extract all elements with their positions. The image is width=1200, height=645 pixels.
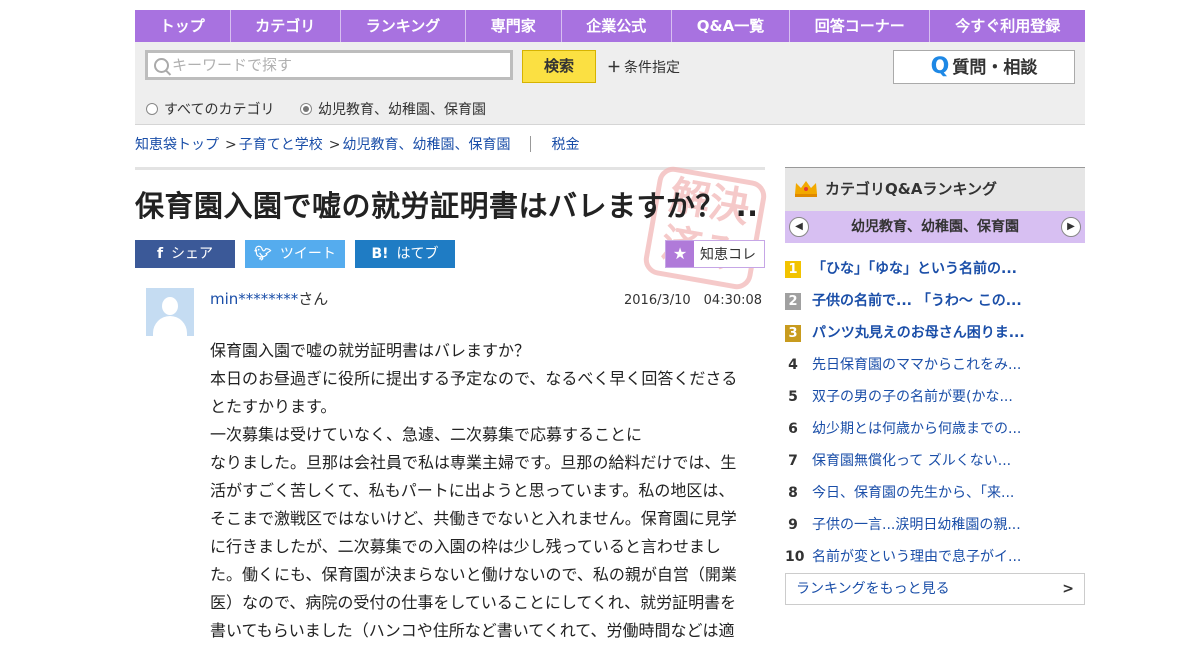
nav-category[interactable]: カテゴリ [231,10,341,42]
more-ranking-link[interactable]: ランキングをもっと見る > [785,573,1085,605]
rank-question-link[interactable]: パンツ丸見えのお母さん困りま... [812,317,1025,349]
share-label: ツイート [279,246,336,262]
rank-question-link[interactable]: 子供の名前で... 「うわ～ この... [812,285,1022,317]
ranking-item[interactable]: 8 今日、保育園の先生から、「来... [785,477,1085,509]
avatar[interactable] [146,288,194,336]
search-button[interactable]: 検索 [522,50,596,83]
share-facebook-button[interactable]: f シェア [135,240,235,268]
ranking-item[interactable]: 2 子供の名前で... 「うわ～ この... [785,285,1085,317]
rank-number: 2 [785,293,801,310]
ranking-item[interactable]: 1 「ひな」「ゆな」という名前の... [785,253,1085,285]
crown-icon [795,181,817,197]
conditions-label: 条件指定 [624,60,680,76]
nav-top[interactable]: トップ [135,10,231,42]
prev-arrow-icon[interactable]: ◀ [789,217,809,237]
rank-number: 1 [785,261,801,278]
nav-answer-corner[interactable]: 回答コーナー [790,10,931,42]
share-hatena-button[interactable]: B! はてブ [355,240,455,268]
radio-this-category[interactable]: 幼児教育、幼稚園、保育園 [300,99,486,119]
breadcrumb: 知恵袋トップ > 子育てと学校 > 幼児教育、幼稚園、保育園 税金 [135,134,579,154]
twitter-bird-icon: 🐦︎ [254,246,272,262]
question-title: 保育園入園で嘘の就労証明書はバレますか？ ... [135,189,755,223]
global-nav: トップ カテゴリ ランキング 専門家 企業公式 Q&A一覧 回答コーナー 今すぐ… [135,10,1085,42]
ranking-item[interactable]: 7 保育園無償化って ズルくない... [785,445,1085,477]
rank-question-link[interactable]: 双子の男の子の名前が要(かな... [812,381,1013,413]
ranking-header: カテゴリQ&Aランキング [785,167,1085,211]
next-arrow-icon[interactable]: ▶ [1061,217,1081,237]
question-q-icon: Q [930,54,950,79]
breadcrumb-level1[interactable]: 子育てと学校 [239,137,323,153]
breadcrumb-sep: > [225,137,237,153]
breadcrumb-home[interactable]: 知恵袋トップ [135,137,219,153]
breadcrumb-tag[interactable]: 税金 [551,137,579,153]
question-body: 保育園入園で嘘の就労証明書はバレますか？ 本日のお昼過ぎに役所に提出する予定なの… [210,337,750,645]
chiekore-label: 知恵コレ [700,247,756,263]
rank-number: 5 [788,389,798,405]
breadcrumb-level2[interactable]: 幼児教育、幼稚園、保育園 [342,137,510,153]
radio-label: 幼児教育、幼稚園、保育園 [318,102,486,118]
rank-number: 10 [785,549,805,565]
rank-question-link[interactable]: 「ひな」「ゆな」という名前の... [812,253,1017,285]
rank-question-link[interactable]: 幼少期とは何歳から何歳までの... [812,413,1021,445]
share-twitter-button[interactable]: 🐦︎ ツイート [245,240,345,268]
ranking-item[interactable]: 9 子供の一言...涙明日幼稚園の親... [785,509,1085,541]
ask-question-button[interactable]: Q 質問・相談 [893,50,1075,84]
rank-number: 8 [788,485,798,501]
ranking-item[interactable]: 4 先日保育園のママからこれをみ... [785,349,1085,381]
avatar-body [153,316,187,336]
breadcrumb-sep: > [328,137,341,153]
ranking-category-nav: ◀ 幼児教育、幼稚園、保育園 ▶ [785,211,1085,243]
question-paragraph: なりました。旦那は会社員で私は専業主婦です。旦那の給料だけでは、生活がすごく苦し… [210,453,737,640]
rank-question-link[interactable]: 子供の一言...涙明日幼稚園の親... [812,509,1021,541]
nav-ranking[interactable]: ランキング [341,10,467,42]
question-paragraph: 保育園入園で嘘の就労証明書はバレますか？ [210,341,531,360]
question-author: min********さん [210,288,328,309]
plus-icon: ＋ [607,60,621,76]
share-label: はてブ [396,246,439,262]
share-label: シェア [171,246,214,262]
radio-label: すべてのカテゴリ [164,102,275,118]
rank-number: 4 [788,357,798,373]
question-date: 2016/3/10 04:30:08 [624,293,763,308]
radio-dot [146,103,158,115]
nav-qa-list[interactable]: Q&A一覧 [672,10,790,42]
radio-all-categories[interactable]: すべてのカテゴリ [146,99,274,119]
chiekore-button[interactable]: ★ 知恵コレ [665,240,765,268]
question-paragraph: 一次募集は受けていなく、急遽、二次募集で応募することに [210,425,643,444]
avatar-head [162,297,178,315]
nav-experts[interactable]: 専門家 [466,10,562,42]
rank-question-link[interactable]: 今日、保育園の先生から、「来... [812,477,1014,509]
rank-question-link[interactable]: 保育園無償化って ズルくない... [812,445,1011,477]
rank-number: 3 [785,325,801,342]
rank-question-link[interactable]: 先日保育園のママからこれをみ... [812,349,1021,381]
rank-number: 7 [788,453,798,469]
hatena-bookmark-icon: B! [371,246,389,262]
rank-question-link[interactable]: 名前が変という理由で息子がイ... [812,541,1021,573]
question-paragraph: 本日のお昼過ぎに役所に提出する予定なので、なるべく早く回答くださるとたすかります… [210,369,738,416]
ranking-item[interactable]: 5 双子の男の子の名前が要(かな... [785,381,1085,413]
radio-dot-selected [300,103,312,115]
search-icon [154,58,169,73]
nav-official[interactable]: 企業公式 [562,10,673,42]
ranking-item[interactable]: 10 名前が変という理由で息子がイ... [785,541,1085,573]
star-icon: ★ [666,241,694,267]
breadcrumb-divider [530,136,532,152]
ranking-title: カテゴリQ&Aランキング [825,180,997,198]
conditions-link[interactable]: ＋条件指定 [607,57,680,77]
rank-number: 6 [788,421,798,437]
search-panel: 検索 ＋条件指定 Q質問・相談 すべてのカテゴリ 幼児教育、幼稚園、保育園 [135,42,1085,125]
search-field[interactable] [145,50,513,80]
ranking-category: 幼児教育、幼稚園、保育園 [851,219,1019,235]
ranking-item[interactable]: 3 パンツ丸見えのお母さん困りま... [785,317,1085,349]
chevron-right-icon: > [1062,581,1074,597]
search-input[interactable] [172,53,502,77]
ask-question-label: 質問・相談 [952,58,1038,78]
facebook-icon: f [156,246,164,262]
nav-register[interactable]: 今すぐ利用登録 [930,10,1085,42]
more-ranking-label: ランキングをもっと見る [796,581,950,597]
rank-number: 9 [788,517,798,533]
ranking-item[interactable]: 6 幼少期とは何歳から何歳までの... [785,413,1085,445]
author-suffix: さん [298,290,329,308]
author-link[interactable]: min******** [210,290,298,308]
